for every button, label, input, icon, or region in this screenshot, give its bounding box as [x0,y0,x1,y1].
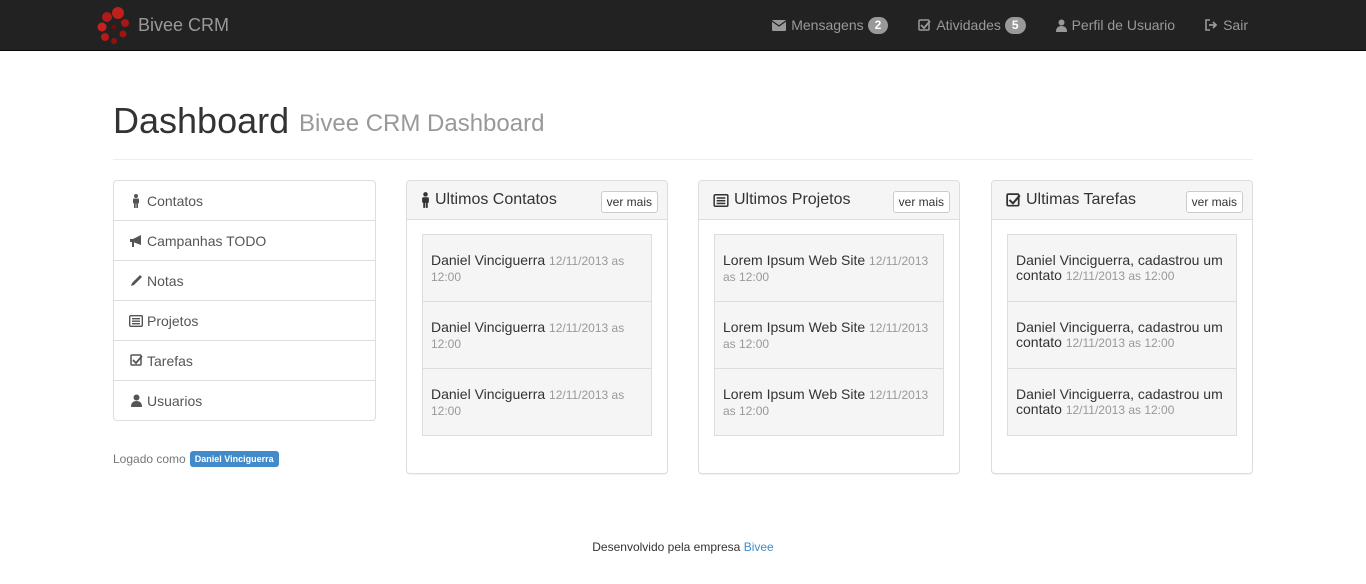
list-item[interactable]: Lorem Ipsum Web Site 12/11/2013 as 12:00 [714,234,944,302]
check-square-icon [918,18,931,32]
nav-perfil[interactable]: Perfil de Usuario [1055,17,1176,33]
sidebar-item-label: Notas [147,272,184,289]
ver-mais-button[interactable]: ver mais [1185,191,1243,213]
projects-list: Lorem Ipsum Web Site 12/11/2013 as 12:00… [714,234,944,436]
list-item[interactable]: Daniel Vinciguerra 12/11/2013 as 12:00 [422,234,652,302]
list-alt-icon [129,314,143,327]
logged-user-badge: Daniel Vinciguerra [189,451,279,467]
footer-text: Desenvolvido pela empresa [592,540,741,554]
male-icon [129,193,143,208]
panel-title: Ultimas Tarefas [1006,191,1136,209]
envelope-icon [772,19,787,31]
ver-mais-button[interactable]: ver mais [600,191,658,213]
sidebar-item-label: Campanhas TODO [147,232,267,249]
nav-mensagens-label: Mensagens [791,17,864,33]
brand-link[interactable]: Bivee CRM [96,3,229,47]
list-item[interactable]: Lorem Ipsum Web Site 12/11/2013 as 12:00 [714,301,944,369]
sidebar-item-label: Contatos [147,192,204,209]
sidebar-item-campanhas[interactable]: Campanhas TODO [113,220,376,261]
item-date: 12/11/2013 as 12:00 [1065,403,1175,417]
page-header: Dashboard Bivee CRM Dashboard [113,95,1253,160]
panel-title-text: Ultimos Contatos [435,191,557,208]
panel-heading: Ultimos Projetos ver mais [699,181,959,220]
panel-title: Ultimos Projetos [713,191,850,209]
list-item[interactable]: Daniel Vinciguerra, cadastrou um contato… [1007,234,1237,302]
mensagens-count-badge: 2 [867,16,889,34]
sidebar-item-tarefas[interactable]: Tarefas [113,340,376,381]
item-date: 12/11/2013 as 12:00 [1065,336,1175,350]
sidebar-item-usuarios[interactable]: Usuarios [113,380,376,421]
list-item[interactable]: Daniel Vinciguerra, cadastrou um contato… [1007,368,1237,436]
user-icon [129,394,143,407]
sidebar-item-notas[interactable]: Notas [113,260,376,301]
pencil-icon [129,274,143,287]
list-alt-icon [713,193,729,207]
item-name: Lorem Ipsum Web Site [723,386,866,402]
bivee-logo-icon [96,3,130,47]
list-item[interactable]: Lorem Ipsum Web Site 12/11/2013 as 12:00 [714,368,944,436]
item-name: Lorem Ipsum Web Site [723,252,866,268]
top-navbar: Bivee CRM Mensagens 2 Atividades 5 Perfi… [0,0,1366,51]
list-item[interactable]: Daniel Vinciguerra 12/11/2013 as 12:00 [422,368,652,436]
tasks-list: Daniel Vinciguerra, cadastrou um contato… [1007,234,1237,436]
page-title: Dashboard [113,100,290,141]
male-icon [421,192,430,208]
item-name: Lorem Ipsum Web Site [723,319,866,335]
panel-title-text: Ultimas Tarefas [1026,191,1136,208]
footer: Desenvolvido pela empresa Bivee [0,540,1366,554]
footer-bivee-link[interactable]: Bivee [744,540,774,554]
item-name: Daniel Vinciguerra [431,252,546,268]
nav-perfil-label: Perfil de Usuario [1071,17,1176,33]
panel-ultimos-contatos: Ultimos Contatos ver mais Daniel Vincigu… [406,180,668,474]
nav-atividades-label: Atividades [936,17,1001,33]
ver-mais-button[interactable]: ver mais [892,191,950,213]
item-date: 12/11/2013 as 12:00 [1065,269,1175,283]
sidebar-item-contatos[interactable]: Contatos [113,180,376,221]
list-item[interactable]: Daniel Vinciguerra 12/11/2013 as 12:00 [422,301,652,369]
item-name: Daniel Vinciguerra [431,386,546,402]
panel-heading: Ultimas Tarefas ver mais [992,181,1252,220]
sidebar-item-label: Usuarios [147,392,203,409]
contacts-list: Daniel Vinciguerra 12/11/2013 as 12:00 D… [422,234,652,436]
page-subtitle: Bivee CRM Dashboard [299,110,545,137]
sidebar-item-label: Projetos [147,312,199,329]
sign-out-icon [1205,19,1218,31]
bullhorn-icon [129,234,143,247]
nav-mensagens[interactable]: Mensagens 2 [772,16,889,34]
nav-right: Mensagens 2 Atividades 5 Perfil de Usuar… [742,0,1248,50]
item-name: Daniel Vinciguerra [431,319,546,335]
nav-sair[interactable]: Sair [1205,17,1248,33]
panel-title-text: Ultimos Projetos [734,191,851,208]
list-item[interactable]: Daniel Vinciguerra, cadastrou um contato… [1007,301,1237,369]
panel-title: Ultimos Contatos [421,191,557,209]
panel-ultimos-projetos: Ultimos Projetos ver mais Lorem Ipsum We… [698,180,960,474]
nav-sair-label: Sair [1223,17,1248,33]
logged-as-label: Logado como [113,452,186,466]
sidebar-item-projetos[interactable]: Projetos [113,300,376,341]
sidebar-menu: Contatos Campanhas TODO Notas Projetos T… [113,180,376,421]
nav-atividades[interactable]: Atividades 5 [918,16,1026,34]
panel-ultimas-tarefas: Ultimas Tarefas ver mais Daniel Vincigue… [991,180,1253,474]
brand-name: Bivee CRM [138,14,230,35]
check-square-icon [129,354,143,367]
atividades-count-badge: 5 [1004,16,1026,34]
check-square-icon [1006,192,1021,208]
user-icon [1055,19,1067,32]
sidebar-item-label: Tarefas [147,352,193,369]
panel-heading: Ultimos Contatos ver mais [407,181,667,220]
logged-as: Logado como Daniel Vinciguerra [113,451,279,467]
